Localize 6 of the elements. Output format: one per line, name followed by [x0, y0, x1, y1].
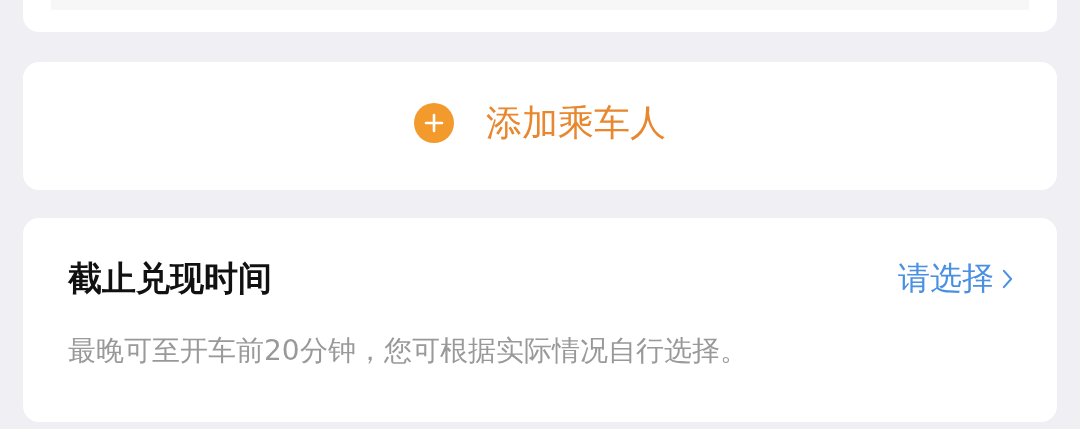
chevron-right-icon — [1002, 269, 1013, 289]
deadline-title: 截止兑现时间 — [68, 257, 272, 300]
add-passenger-button[interactable]: 添加乘车人 — [23, 62, 1057, 190]
select-link[interactable]: 请选择 — [898, 257, 1013, 301]
deadline-note: 最晚可至开车前20分钟，您可根据实际情况自行选择。 — [68, 333, 749, 369]
plus-icon — [414, 103, 454, 143]
